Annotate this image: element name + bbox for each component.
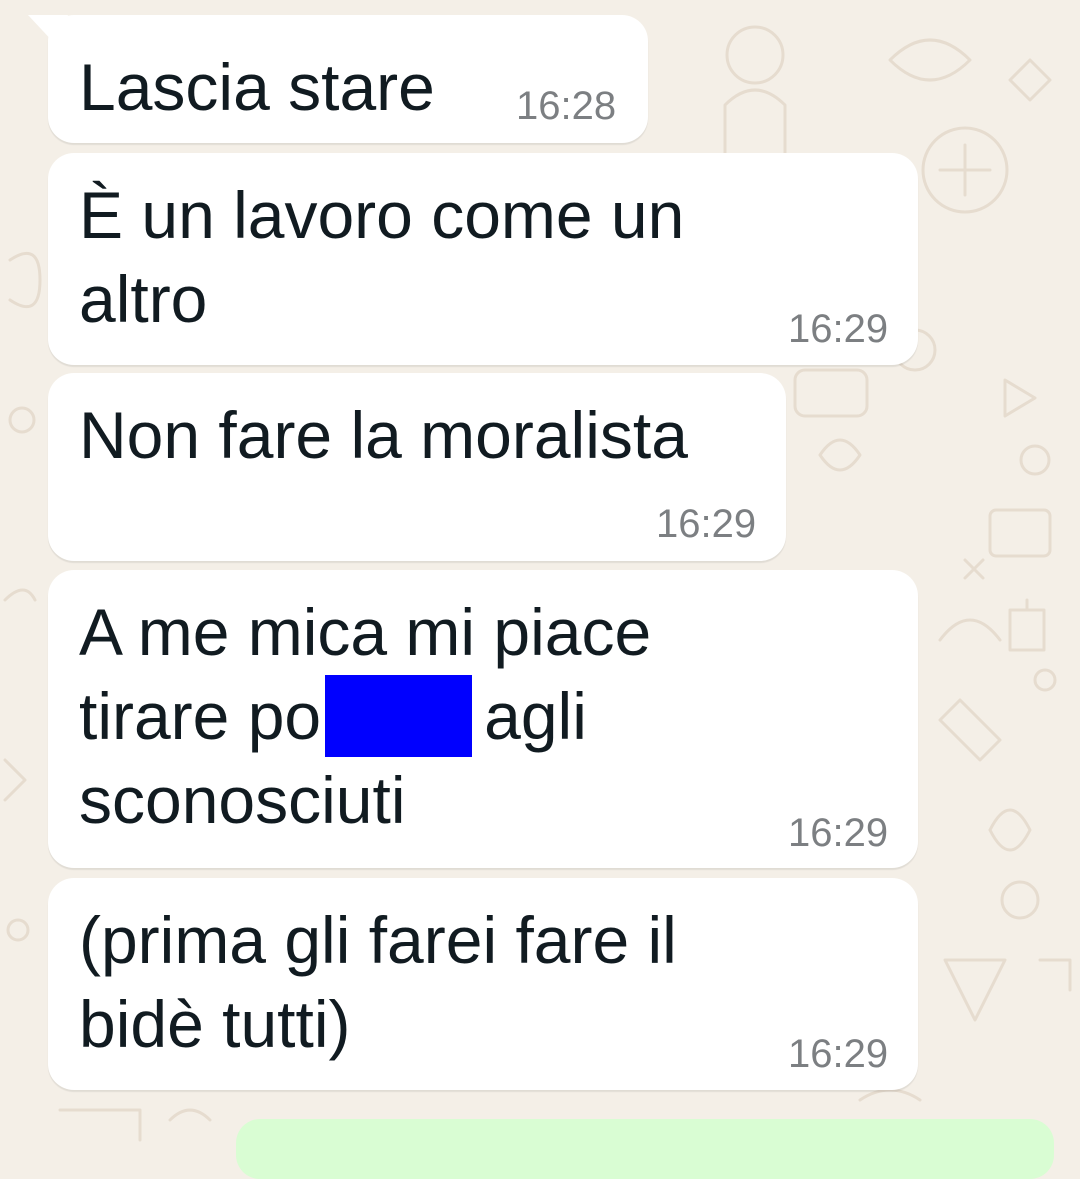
message-line: tirare po agli: [79, 674, 651, 758]
bubble-tail: [28, 15, 68, 45]
message-text: Non fare la moralista: [79, 393, 688, 477]
message-timestamp: 16:29: [788, 307, 889, 351]
message-line: A me mica mi piace: [79, 595, 652, 669]
message-timestamp: 16:29: [788, 1032, 889, 1076]
message-bubble-incoming[interactable]: Non fare la moralista 16:29: [48, 373, 786, 561]
redaction-block: [325, 675, 473, 757]
message-text: Lascia stare: [79, 45, 435, 129]
message-bubble-incoming[interactable]: Lascia stare 16:28: [28, 15, 648, 143]
message-line: Lascia stare: [79, 50, 435, 124]
message-text: A me mica mi piace tirare po agli sconosc…: [79, 590, 651, 842]
message-bubble-incoming[interactable]: (prima gli farei fare il bidè tutti) 16:…: [48, 878, 918, 1090]
message-fragment: agli: [484, 679, 587, 753]
message-line: sconosciuti: [79, 763, 406, 837]
message-line: È un lavoro come un: [79, 178, 685, 252]
message-bubble-incoming[interactable]: A me mica mi piace tirare po agli sconosc…: [48, 570, 918, 868]
message-line: Non fare la moralista: [79, 398, 688, 472]
message-timestamp: 16:29: [656, 502, 757, 546]
message-bubble-incoming[interactable]: È un lavoro come un altro 16:29: [48, 153, 918, 365]
message-line: (prima gli farei fare il: [79, 903, 677, 977]
message-timestamp: 16:29: [788, 811, 889, 855]
chat-area[interactable]: Lascia stare 16:28 È un lavoro come un a…: [0, 0, 1080, 1179]
message-text: (prima gli farei fare il bidè tutti): [79, 898, 677, 1066]
message-timestamp: 16:28: [516, 84, 617, 128]
message-bubble-outgoing[interactable]: [236, 1119, 1054, 1179]
message-text: È un lavoro come un altro: [79, 173, 684, 341]
message-fragment: tirare po: [79, 679, 322, 753]
message-line: bidè tutti): [79, 987, 351, 1061]
message-line: altro: [79, 262, 208, 336]
